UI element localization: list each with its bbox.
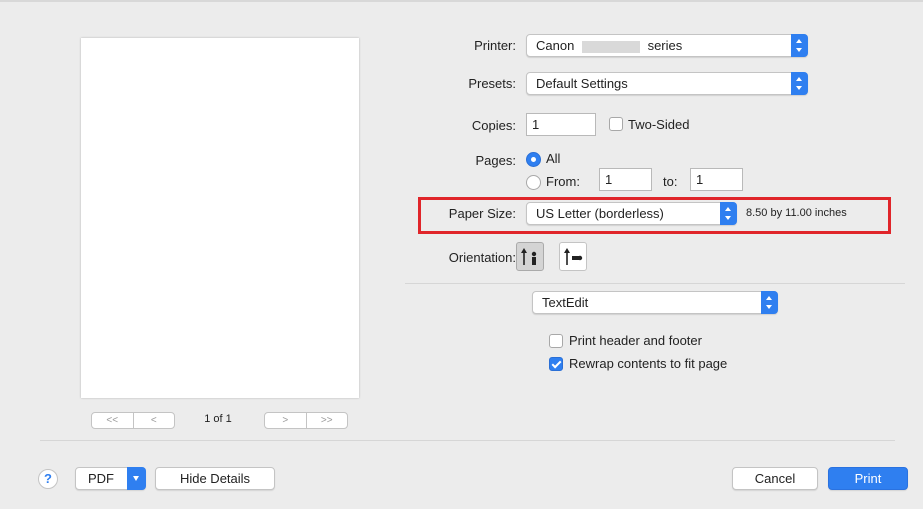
- page-preview: [81, 38, 359, 398]
- help-button[interactable]: ?: [38, 469, 58, 489]
- page-indicator: 1 of 1: [204, 413, 232, 425]
- presets-popup[interactable]: Default Settings: [526, 72, 808, 95]
- pages-from-input[interactable]: 1: [599, 168, 652, 191]
- popup-arrows-icon: [720, 202, 737, 225]
- hide-details-button[interactable]: Hide Details: [155, 467, 275, 490]
- two-sided-label: Two-Sided: [628, 117, 690, 132]
- rewrap-checkbox[interactable]: [549, 357, 563, 371]
- pages-from-label: From:: [546, 174, 580, 189]
- paper-size-label: Paper Size:: [448, 206, 516, 221]
- portrait-icon: [521, 248, 537, 265]
- pdf-label: PDF: [88, 471, 114, 486]
- rewrap-label: Rewrap contents to fit page: [569, 356, 728, 371]
- popup-arrows-icon: [791, 34, 808, 57]
- last-page-button[interactable]: >>: [305, 413, 348, 428]
- printer-name-suffix: series: [647, 38, 683, 53]
- next-page-button[interactable]: >: [265, 413, 306, 428]
- copies-label: Copies:: [471, 118, 516, 133]
- pdf-menu-arrow-icon: [127, 467, 146, 490]
- app-section-value: TextEdit: [542, 295, 589, 310]
- window-top-edge: [0, 0, 923, 2]
- previous-page-button[interactable]: <: [132, 413, 175, 428]
- printer-name-prefix: Canon: [536, 38, 575, 53]
- paper-size-popup[interactable]: US Letter (borderless): [526, 202, 737, 225]
- print-header-footer-label: Print header and footer: [569, 333, 702, 348]
- landscape-orientation-button[interactable]: [559, 242, 587, 271]
- pages-all-radio[interactable]: [526, 152, 541, 167]
- landscape-icon: [564, 248, 583, 265]
- cancel-button[interactable]: Cancel: [732, 467, 818, 490]
- paper-size-value: US Letter (borderless): [536, 206, 664, 221]
- orientation-label: Orientation:: [448, 250, 516, 265]
- pdf-button[interactable]: PDF: [75, 467, 146, 490]
- paper-dimensions: 8.50 by 11.00 inches: [746, 207, 847, 219]
- printer-label: Printer:: [474, 38, 516, 53]
- presets-label: Presets:: [468, 76, 516, 91]
- app-section-popup[interactable]: TextEdit: [532, 291, 778, 314]
- presets-value: Default Settings: [536, 76, 628, 91]
- two-sided-checkbox[interactable]: [609, 117, 623, 131]
- pages-all-label: All: [546, 151, 561, 166]
- print-header-footer-checkbox[interactable]: [549, 334, 563, 348]
- pages-to-label: to:: [663, 174, 678, 189]
- pages-to-input[interactable]: 1: [690, 168, 743, 191]
- section-separator: [405, 283, 905, 284]
- popup-arrows-icon: [791, 72, 808, 95]
- first-page-button[interactable]: <<: [92, 413, 133, 428]
- preview-back-nav: << <: [91, 412, 175, 429]
- popup-arrows-icon: [761, 291, 778, 314]
- pages-label: Pages:: [475, 153, 516, 168]
- portrait-orientation-button[interactable]: [516, 242, 544, 271]
- preview-forward-nav: > >>: [264, 412, 348, 429]
- pages-from-radio[interactable]: [526, 175, 541, 190]
- footer-separator: [40, 440, 895, 441]
- printer-popup[interactable]: Canon series: [526, 34, 808, 57]
- printer-model-redacted: [581, 40, 640, 53]
- print-button[interactable]: Print: [828, 467, 908, 490]
- copies-input[interactable]: 1: [526, 113, 596, 136]
